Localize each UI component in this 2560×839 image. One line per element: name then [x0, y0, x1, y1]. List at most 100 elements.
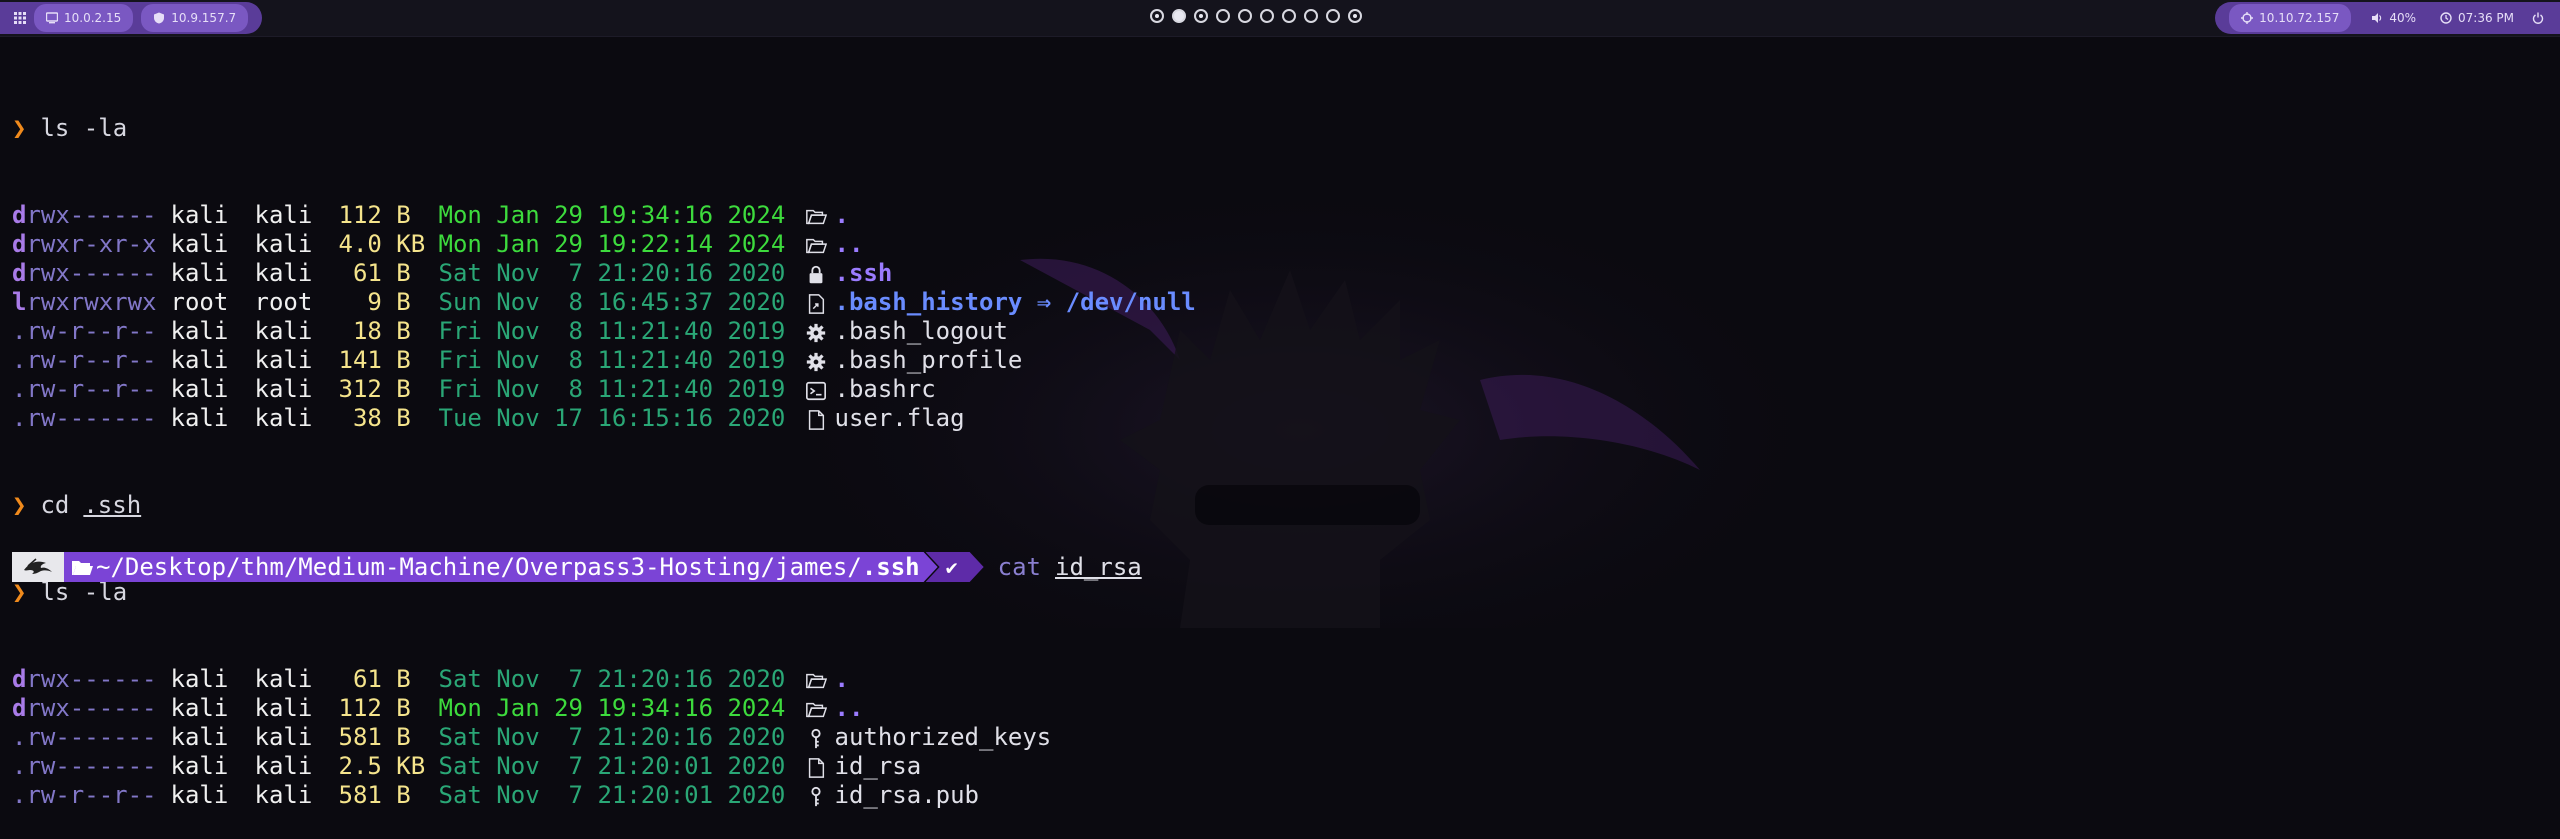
workspace-9-button[interactable] [1326, 9, 1340, 23]
modified-date: Fri Nov 8 11:21:40 2019 [438, 375, 786, 403]
owner: kali [170, 201, 229, 229]
group: kali [254, 230, 313, 258]
file-type-flag: l [12, 288, 27, 316]
os-segment [12, 552, 64, 582]
file-type-flag: d [12, 694, 27, 722]
workspace-7-button[interactable] [1282, 9, 1296, 23]
modified-date: Mon Jan 29 19:34:16 2024 [438, 694, 786, 722]
file-type-flag: . [12, 375, 27, 403]
listing-row: d rwxr-xr-x kali kali 4.0 KB Mon Jan 29 19:22… [12, 230, 1196, 259]
key-icon [805, 786, 827, 808]
group: kali [254, 404, 313, 432]
apps-menu-button[interactable] [6, 4, 34, 32]
command-arg: .ssh [83, 491, 142, 519]
file-name[interactable]: . [835, 665, 849, 694]
target-ip-indicator[interactable]: 10.10.72.157 [2229, 4, 2352, 32]
kali-dragon-icon [24, 558, 52, 574]
file-type-flag: . [12, 404, 27, 432]
local-ip-text: 10.0.2.15 [64, 11, 122, 25]
prompt-chevron-icon: ❯ [12, 114, 27, 142]
listing-row: . rw------- kali kali 2.5 KB Sat Nov 7 21:20:… [12, 752, 1196, 781]
file-name[interactable]: .. [835, 230, 864, 259]
command-text: cd [40, 491, 70, 519]
file-name[interactable]: id_rsa.pub [835, 781, 980, 810]
topbar-left-module: 10.0.2.15 10.9.157.7 [0, 2, 263, 34]
local-ip-indicator[interactable]: 10.0.2.15 [34, 4, 134, 32]
listing-row: . rw------- kali kali 581 B Sat Nov 7 21:20:1… [12, 723, 1196, 752]
permissions: rw------- [26, 723, 157, 751]
owner: kali [170, 781, 229, 809]
workspace-5-button[interactable] [1238, 9, 1252, 23]
folder-open-icon [70, 555, 94, 579]
symlink-arrow-icon: ⇒ [1022, 288, 1066, 316]
permissions: rw------- [26, 404, 157, 432]
permissions: rwx------ [26, 201, 157, 229]
volume-indicator[interactable]: 40% [2359, 4, 2428, 32]
file-type-flag: d [12, 201, 27, 229]
command-line: ❯ ls -la [12, 114, 1196, 143]
permissions: rw-r--r-- [26, 346, 157, 374]
prompt-chevron-icon: ❯ [12, 578, 27, 606]
listing-row: d rwx------ kali kali 61 B Sat Nov 7 21:20:1… [12, 665, 1196, 694]
workspace-8-button[interactable] [1304, 9, 1318, 23]
file-type-flag: d [12, 259, 27, 287]
clock-indicator[interactable]: 07:36 PM [2428, 4, 2526, 32]
listing-row: . rw------- kali kali 38 B Tue Nov 17 16:15:… [12, 404, 1196, 433]
modified-date: Fri Nov 8 11:21:40 2019 [438, 346, 786, 374]
prompt-chevron-icon: ❯ [12, 491, 27, 519]
owner: kali [170, 259, 229, 287]
owner: root [170, 288, 229, 316]
file-name[interactable]: .bash_history [835, 288, 1023, 317]
file-name[interactable]: .ssh [835, 259, 893, 288]
modified-date: Sat Nov 7 21:20:01 2020 [438, 752, 786, 780]
listing-row: d rwx------ kali kali 61 B Sat Nov 7 21:20:1… [12, 259, 1196, 288]
modified-date: Fri Nov 8 11:21:40 2019 [438, 317, 786, 345]
workspace-6-button[interactable] [1260, 9, 1274, 23]
lock-icon [805, 264, 827, 286]
terminal-output[interactable]: ❯ ls -la d rwx------ kali kali 112 B Mon Jan … [12, 56, 1196, 839]
power-button[interactable] [2526, 4, 2550, 32]
folder-open-icon [805, 670, 827, 692]
owner: kali [170, 375, 229, 403]
file-size: 4.0 KB [338, 230, 426, 258]
listing-row: d rwx------ kali kali 112 B Mon Jan 29 19:34:… [12, 694, 1196, 723]
permissions: rwx------ [26, 665, 157, 693]
file-type-flag: d [12, 230, 27, 258]
group: kali [254, 723, 313, 751]
file-icon [805, 757, 827, 779]
folder-open-icon [805, 206, 827, 228]
workspace-switcher [1150, 9, 1362, 23]
vpn-ip-indicator[interactable]: 10.9.157.7 [141, 4, 249, 32]
workspace-10-button[interactable] [1348, 9, 1362, 23]
volume-icon [2372, 13, 2382, 23]
listing-block: d rwx------ kali kali 112 B Mon Jan 29 19:34:… [12, 201, 1196, 433]
command-line: ❯ ls -la [12, 578, 1196, 607]
topbar-right-module: 10.10.72.157 40% 07:36 PM [2215, 2, 2560, 34]
file-name[interactable]: .bash_profile [835, 346, 1023, 375]
file-name[interactable]: .bash_logout [835, 317, 1008, 346]
check-icon: ✔ [945, 555, 958, 579]
group: kali [254, 752, 313, 780]
file-name[interactable]: . [835, 201, 849, 230]
workspace-4-button[interactable] [1216, 9, 1230, 23]
listing-row: . rw-r--r-- kali kali 581 B Sat Nov 7 21:20:0… [12, 781, 1196, 810]
file-name[interactable]: user.flag [835, 404, 965, 433]
owner: kali [170, 723, 229, 751]
file-icon [805, 409, 827, 431]
file-type-flag: . [12, 317, 27, 345]
group: kali [254, 201, 313, 229]
workspace-3-button[interactable] [1194, 9, 1208, 23]
command-line: ❯ cd .ssh [12, 491, 1196, 520]
prompt-bar[interactable]: ~/Desktop/thm/Medium-Machine/Overpass3-H… [12, 552, 1142, 582]
workspace-1-button[interactable] [1150, 9, 1164, 23]
file-name[interactable]: authorized_keys [835, 723, 1052, 752]
file-type-flag: . [12, 781, 27, 809]
workspace-2-button[interactable] [1172, 9, 1186, 23]
file-type-flag: . [12, 752, 27, 780]
listing-row: l rwxrwxrwx root root 9 B Sun Nov 8 16:45:37… [12, 288, 1196, 317]
permissions: rw-r--r-- [26, 317, 157, 345]
file-name[interactable]: .. [835, 694, 864, 723]
file-name[interactable]: id_rsa [835, 752, 922, 781]
file-name[interactable]: .bashrc [835, 375, 936, 404]
shield-icon [154, 12, 165, 24]
